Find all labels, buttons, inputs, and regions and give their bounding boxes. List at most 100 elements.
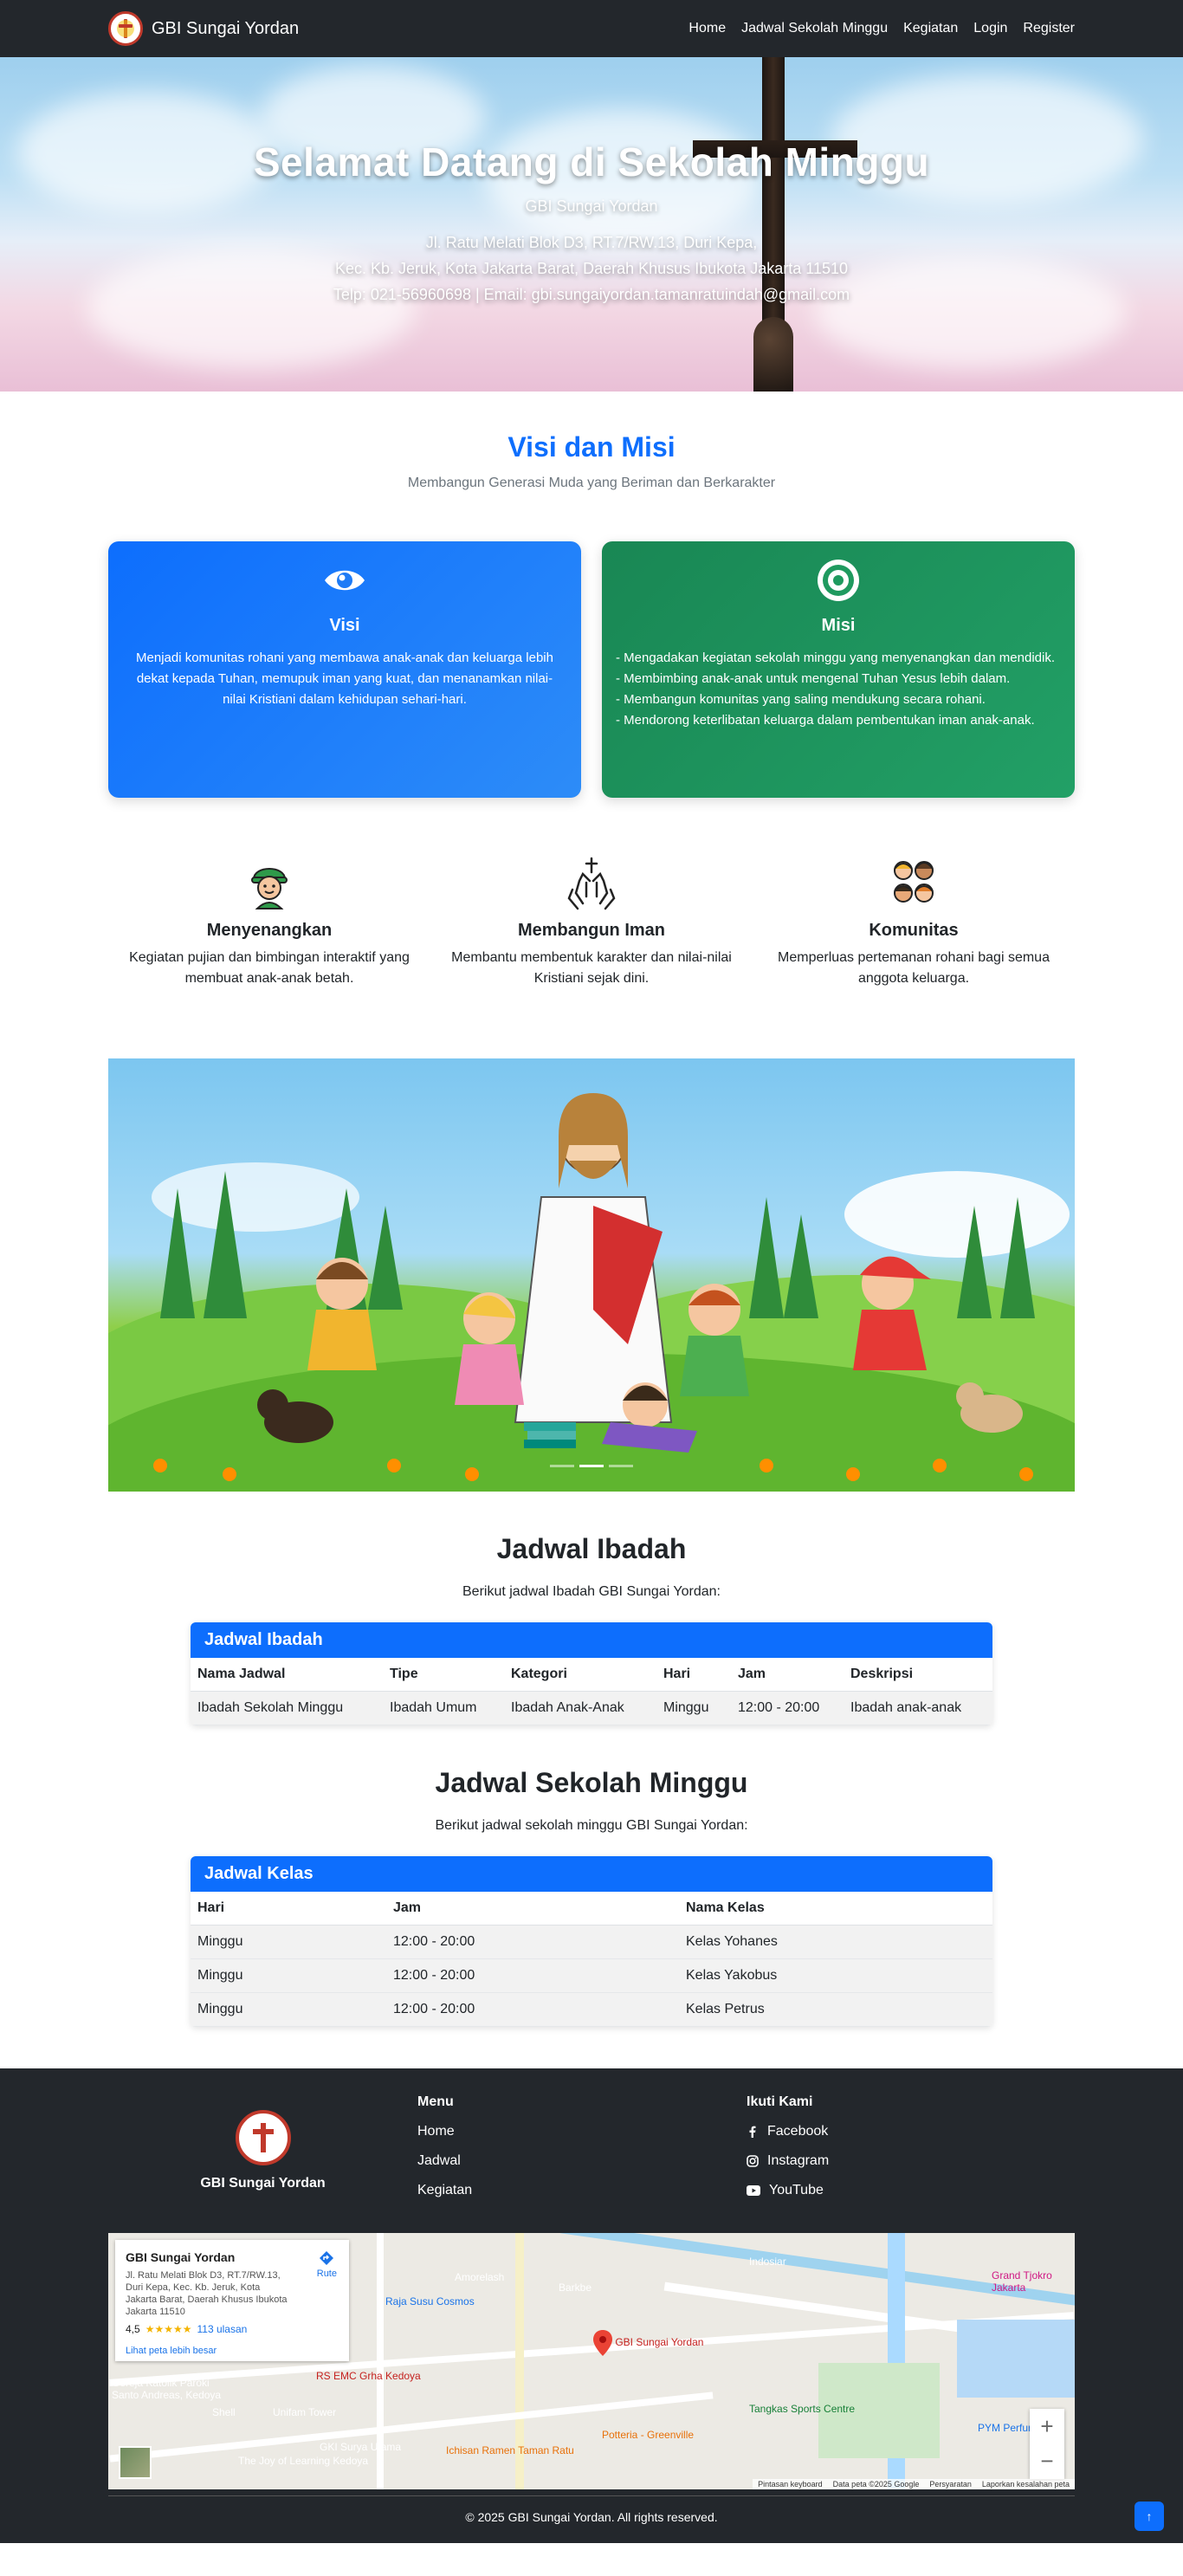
map-label: Amorelash: [455, 2271, 505, 2283]
map-footer-item[interactable]: Laporkan kesalahan peta: [982, 2480, 1070, 2489]
nav-jadwal-sekolah-minggu[interactable]: Jadwal Sekolah Minggu: [741, 21, 888, 36]
route-label: Rute: [316, 2269, 337, 2279]
map-label: Grand Tjokro Jakarta: [992, 2269, 1052, 2294]
map-label: Barkbe: [559, 2282, 592, 2294]
table-cell: Ibadah Sekolah Minggu: [191, 1691, 383, 1725]
map-rating: 4,5: [126, 2323, 140, 2335]
footer-social-title: Ikuti Kami: [747, 2094, 813, 2109]
footer-link-jadwal[interactable]: Jadwal: [417, 2153, 747, 2169]
footer-link-home[interactable]: Home: [417, 2124, 747, 2139]
map-label: Gereja Katolik Paroki Santo Andreas, Ked…: [112, 2377, 222, 2401]
column-header: Hari: [656, 1658, 731, 1692]
map-footer-item[interactable]: Pintasan keyboard: [758, 2480, 823, 2489]
map-label: Shell: [212, 2406, 236, 2418]
misi-item: - Membimbing anak-anak untuk mengenal Tu…: [616, 671, 1011, 686]
instagram-icon: [747, 2155, 759, 2167]
feature-title: Membangun Iman: [517, 921, 665, 940]
footer-link-instagram[interactable]: Instagram: [747, 2153, 829, 2169]
map-label: Ichisan Ramen Taman Ratu: [446, 2444, 574, 2456]
footer-link-youtube[interactable]: YouTube: [747, 2183, 829, 2198]
feature-text: Kegiatan pujian dan bimbingan interaktif…: [129, 950, 410, 986]
feature-text: Membantu membentuk karakter dan nilai-ni…: [451, 950, 732, 986]
nav-register[interactable]: Register: [1023, 21, 1075, 36]
misi-title: Misi: [821, 616, 856, 635]
feature-title: Komunitas: [869, 921, 959, 940]
visi-card: Visi Menjadi komunitas rohani yang memba…: [108, 541, 581, 798]
table-cell: Kelas Yohanes: [679, 1925, 992, 1959]
church-logo-icon: [108, 11, 143, 46]
misi-item: - Mengadakan kegiatan sekolah minggu yan…: [616, 650, 1056, 665]
feature-text: Memperluas pertemanan rohani bagi semua …: [778, 950, 1050, 986]
footer-brand: GBI Sungai Yordan: [200, 2176, 326, 2191]
feature-membangun-iman: Membangun Iman Membantu membentuk karakt…: [430, 855, 753, 989]
map-directions-button[interactable]: Rute: [317, 2250, 337, 2279]
feature-title: Menyenangkan: [206, 921, 333, 940]
satellite-toggle[interactable]: [119, 2446, 152, 2479]
zoom-in-button[interactable]: +: [1040, 2413, 1053, 2440]
map-label: GKI Surya Utama: [320, 2441, 402, 2453]
map-reviews-link[interactable]: 113 ulasan: [197, 2323, 247, 2335]
column-header: Jam: [386, 1892, 679, 1926]
illustration-carousel[interactable]: [108, 1058, 1075, 1492]
table-cell: Minggu: [656, 1691, 731, 1725]
feature-komunitas: Komunitas Memperluas pertemanan rohani b…: [753, 855, 1075, 989]
star-rating-icon: ★★★★★: [145, 2323, 192, 2335]
map-label: Unifam Tower: [273, 2406, 337, 2418]
instagram-label: Instagram: [767, 2153, 830, 2168]
misi-card: Misi - Mengadakan kegiatan sekolah mingg…: [602, 541, 1075, 798]
hero-address-line2: Kec. Kb. Jeruk, Kota Jakarta Barat, Daer…: [334, 260, 848, 277]
facebook-icon: [749, 2126, 756, 2138]
praying-hands-icon: [567, 857, 616, 910]
jadwal-ibadah-table: Nama Jadwal Tipe Kategori Hari Jam Deskr…: [191, 1658, 992, 1725]
back-to-top-button[interactable]: ↑: [1135, 2502, 1164, 2531]
zoom-out-button[interactable]: −: [1040, 2448, 1053, 2475]
map-pin[interactable]: GBI Sungai Yordan: [593, 2330, 703, 2356]
table-cell: Minggu: [191, 1958, 386, 1993]
hero-banner: Selamat Datang di Sekolah Minggu GBI Sun…: [0, 57, 1183, 392]
table-cell: Ibadah Anak-Anak: [504, 1691, 656, 1725]
table-title: Jadwal Ibadah: [191, 1622, 992, 1658]
map-footer-item[interactable]: Persyaratan: [929, 2480, 972, 2489]
bullseye-icon: [818, 560, 859, 601]
youtube-icon: [747, 2185, 760, 2196]
hero-title: Selamat Datang di Sekolah Minggu: [253, 139, 930, 184]
jadwal-ibadah-section: Jadwal Ibadah Berikut jadwal Ibadah GBI …: [0, 1533, 1183, 1725]
directions-icon: [320, 2251, 334, 2265]
navbar: GBI Sungai Yordan Home Jadwal Sekolah Mi…: [0, 0, 1183, 57]
map-zoom-controls: + −: [1030, 2409, 1064, 2479]
table-cell: Kelas Yakobus: [679, 1958, 992, 1993]
hero-address-line1: Jl. Ratu Melati Blok D3, RT.7/RW.13, Dur…: [425, 234, 758, 251]
footer-link-facebook[interactable]: Facebook: [747, 2124, 829, 2139]
footer-menu-title: Menu: [417, 2094, 454, 2109]
nav-home[interactable]: Home: [688, 21, 726, 36]
map-pin-label: GBI Sungai Yordan: [615, 2336, 704, 2349]
hero-subtitle: GBI Sungai Yordan: [525, 197, 658, 215]
map-label: RS EMC Grha Kedoya: [316, 2370, 421, 2382]
visi-title: Visi: [329, 616, 360, 635]
map-place-title: GBI Sungai Yordan: [126, 2250, 236, 2264]
map-pin-icon: [593, 2330, 612, 2356]
google-map-embed[interactable]: GBI Sungai Yordan Jl. Ratu Melati Blok D…: [108, 2233, 1075, 2489]
jadwal-ibadah-subtitle: Berikut jadwal Ibadah GBI Sungai Yordan:: [462, 1584, 721, 1599]
jadwal-sekolah-subtitle: Berikut jadwal sekolah minggu GBI Sungai…: [435, 1818, 748, 1833]
table-cell: Minggu: [191, 1925, 386, 1959]
carousel-indicator[interactable]: [609, 1465, 633, 1467]
carousel-indicator[interactable]: [550, 1465, 574, 1467]
carousel-indicator-active[interactable]: [579, 1465, 604, 1467]
column-header: Nama Jadwal: [191, 1658, 383, 1692]
copyright: © 2025 GBI Sungai Yordan. All rights res…: [108, 2495, 1075, 2543]
nav-kegiatan[interactable]: Kegiatan: [903, 21, 958, 36]
nav-login[interactable]: Login: [973, 21, 1007, 36]
column-header: Nama Kelas: [679, 1892, 992, 1926]
jesus-with-children-illustration: [152, 1093, 1070, 1481]
feature-menyenangkan: Menyenangkan Kegiatan pujian dan bimbing…: [108, 855, 430, 989]
map-larger-link[interactable]: Lihat peta lebih besar: [126, 2346, 339, 2356]
table-cell: Minggu: [191, 1992, 386, 2027]
footer-link-kegiatan[interactable]: Kegiatan: [417, 2183, 747, 2198]
column-header: Jam: [731, 1658, 844, 1692]
map-place-card: GBI Sungai Yordan Jl. Ratu Melati Blok D…: [115, 2240, 349, 2361]
brand-link[interactable]: GBI Sungai Yordan: [108, 11, 299, 46]
map-label: Potteria - Greenville: [602, 2429, 695, 2441]
table-row: Ibadah Sekolah Minggu Ibadah Umum Ibadah…: [191, 1691, 992, 1725]
table-row: Minggu 12:00 - 20:00 Kelas Petrus: [191, 1992, 992, 2027]
